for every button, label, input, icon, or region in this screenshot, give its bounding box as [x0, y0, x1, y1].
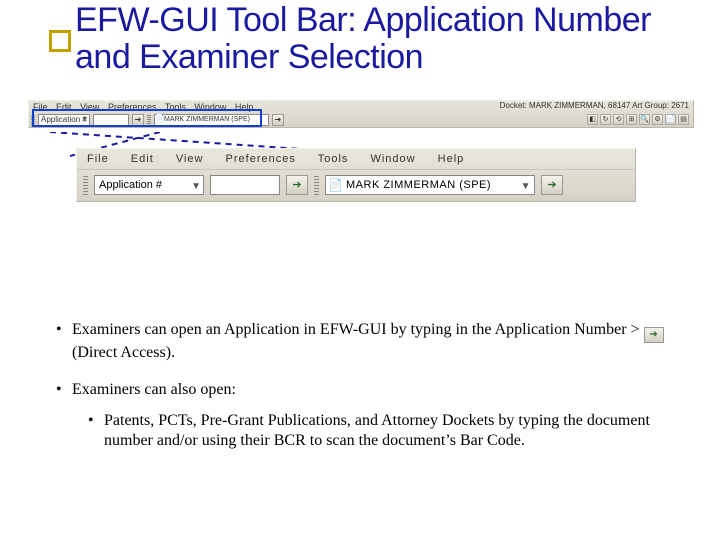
mini-menu-edit[interactable]: Edit [56, 102, 72, 112]
docket-text: Docket: MARK ZIMMERMAN, 68147 Art Group:… [500, 101, 689, 110]
appnum-input[interactable] [210, 175, 280, 195]
grip-icon [314, 175, 319, 195]
bullet-list: Examiners can open an Application in EFW… [44, 320, 676, 468]
inline-go-icon: ➔ [644, 327, 664, 343]
menu-window[interactable]: Window [370, 153, 415, 165]
menu-edit[interactable]: Edit [131, 153, 154, 165]
menu-tools[interactable]: Tools [318, 153, 349, 165]
tb-icon[interactable]: ⚙ [652, 114, 663, 125]
apptype-combo[interactable]: Application # [94, 175, 204, 195]
grip-icon [147, 114, 151, 126]
bullet-2-1: Patents, PCTs, Pre-Grant Publications, a… [92, 411, 676, 453]
mini-go-button[interactable]: ➔ [132, 114, 144, 126]
mini-apptype-combo[interactable]: Application # [38, 114, 90, 126]
menu-file[interactable]: File [87, 153, 109, 165]
tb-icon[interactable]: 🔍 [639, 114, 650, 125]
tb-icon[interactable]: ◧ [587, 114, 598, 125]
mini-appnum-input[interactable] [93, 114, 129, 126]
bullet-2: Examiners can also open: Patents, PCTs, … [60, 380, 676, 452]
mini-menu-prefs[interactable]: Preferences [108, 102, 157, 112]
go2-button[interactable]: ➔ [541, 175, 563, 195]
tb-icon[interactable]: ↻ [600, 114, 611, 125]
bullet-1: Examiners can open an Application in EFW… [60, 320, 676, 364]
zoomed-toolbar: File Edit View Preferences Tools Window … [76, 148, 636, 202]
tb-icon[interactable]: ⟲ [613, 114, 624, 125]
mini-menu-window[interactable]: Window [194, 102, 226, 112]
slide-title: EFW-GUI Tool Bar: Application Number and… [75, 2, 695, 77]
mini-menu-tools[interactable]: Tools [165, 102, 186, 112]
examiner-combo[interactable]: MARK ZIMMERMAN (SPE) [325, 175, 535, 195]
tb-icon[interactable]: 📄 [665, 114, 676, 125]
grip-icon [83, 175, 88, 195]
title-bullet-icon [49, 30, 71, 52]
mini-go2-button[interactable]: ➔ [272, 114, 284, 126]
menu-help[interactable]: Help [438, 153, 465, 165]
mini-toolbar-icons: ◧ ↻ ⟲ ⊞ 🔍 ⚙ 📄 ▤ [587, 114, 689, 125]
mini-menu-view[interactable]: View [80, 102, 99, 112]
menubar: File Edit View Preferences Tools Window … [77, 149, 635, 169]
mini-examiner-combo[interactable]: MARK ZIMMERMAN (SPE) [154, 114, 269, 126]
tb-icon[interactable]: ⊞ [626, 114, 637, 125]
mini-menu-file[interactable]: File [33, 102, 48, 112]
go-button[interactable]: ➔ [286, 175, 308, 195]
menu-prefs[interactable]: Preferences [226, 153, 296, 165]
menu-view[interactable]: View [176, 153, 204, 165]
mini-menu-help[interactable]: Help [235, 102, 254, 112]
mini-toolbar-screenshot: Docket: MARK ZIMMERMAN, 68147 Art Group:… [28, 100, 694, 128]
tb-icon[interactable]: ▤ [678, 114, 689, 125]
grip-icon [31, 114, 35, 126]
